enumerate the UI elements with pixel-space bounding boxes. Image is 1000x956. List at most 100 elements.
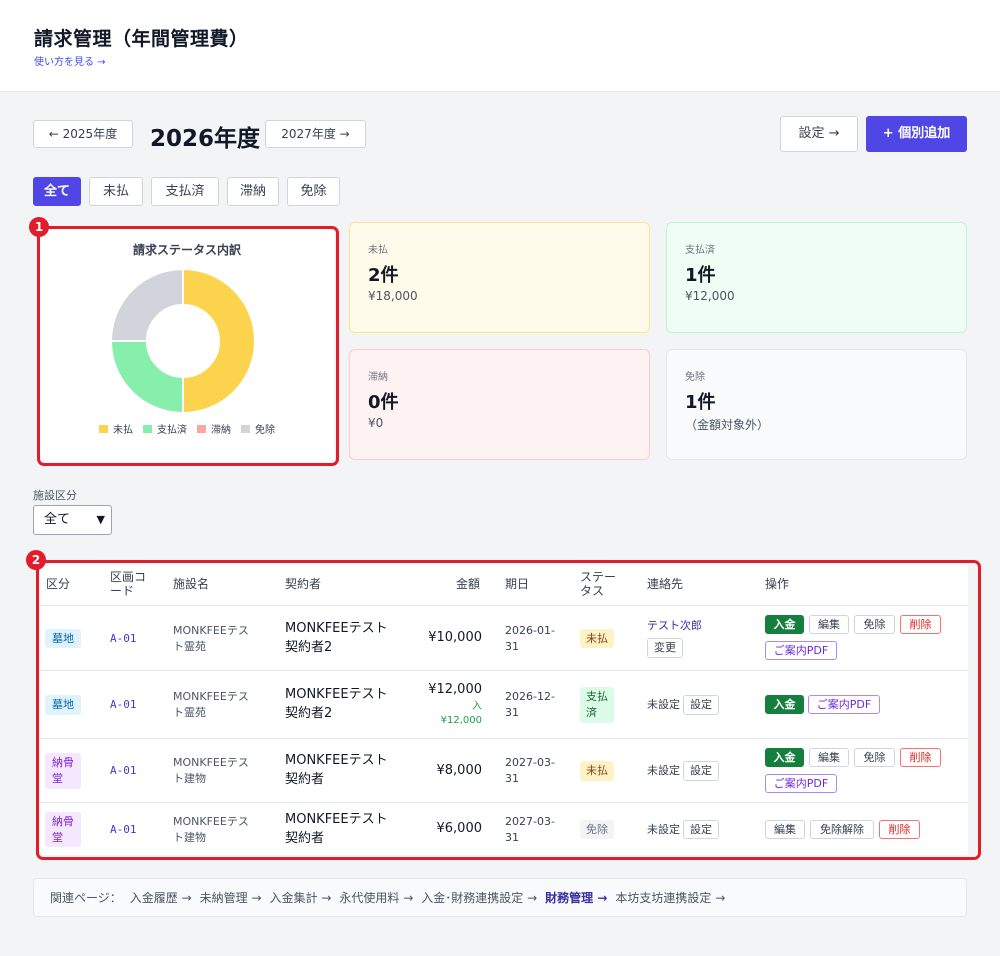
amount: ¥12,000 (428, 682, 482, 698)
related-link-arrears[interactable]: 未納管理 → (200, 889, 262, 906)
due-date: 2027-03-31 (505, 756, 555, 785)
chevron-down-icon: ▼ (96, 513, 105, 526)
edit-button[interactable]: 編集 (765, 820, 805, 839)
due-date: 2026-01-31 (505, 623, 555, 653)
contact-set-button[interactable]: 設定 (683, 819, 719, 840)
payment-button[interactable]: 入金 (765, 748, 804, 767)
tab-overdue[interactable]: 滞納 (227, 177, 279, 206)
tab-paid[interactable]: 支払済 (151, 177, 219, 206)
tab-all[interactable]: 全て (33, 177, 81, 206)
facility-name: MONKFEEテスト建物 (173, 756, 249, 785)
delete-button[interactable]: 削除 (900, 615, 941, 634)
add-individual-button[interactable]: + 個別追加 (866, 116, 967, 152)
due-date: 2026-12-31 (505, 690, 555, 719)
related-link-payment-history[interactable]: 入金履歴 → (130, 889, 192, 906)
status-badge: 支払済 (580, 687, 614, 723)
status-chart-card: 請求ステータス内訳 未払 支払済 滞納 免除 (40, 229, 334, 462)
facility-filter-value: 全て (44, 512, 71, 527)
legend-item: 支払済 (143, 421, 187, 436)
col-header: ステータス (580, 569, 617, 598)
col-header: 連絡先 (647, 576, 684, 591)
edit-button[interactable]: 編集 (809, 748, 849, 767)
related-link-finance-sync[interactable]: 入金･財務連携設定 → (421, 889, 537, 906)
facility-name: MONKFEEテスト建物 (173, 814, 249, 844)
annotation-badge: 1 (29, 217, 49, 237)
table-row: 墓地 A-01 MONKFEEテスト霊苑 MONKFEEテスト契約者2 ¥12,… (40, 670, 968, 738)
delete-button[interactable]: 削除 (879, 820, 920, 839)
payment-button[interactable]: 入金 (765, 695, 804, 714)
card-label: 支払済 (685, 245, 715, 256)
related-link-branch-sync[interactable]: 本坊支坊連携設定 → (615, 889, 725, 906)
col-header: 操作 (765, 576, 790, 591)
status-badge: 免除 (580, 819, 614, 840)
card-label: 未払 (368, 245, 388, 256)
tab-exempt[interactable]: 免除 (287, 177, 340, 206)
facility-name: MONKFEEテスト霊苑 (173, 623, 249, 653)
tab-unpaid[interactable]: 未払 (89, 177, 143, 206)
amount: ¥8,000 (436, 762, 483, 778)
related-link-payment-summary[interactable]: 入金集計 → (270, 889, 332, 906)
legend-label: 滞納 (211, 425, 231, 436)
contractor-name: MONKFEEテスト契約者 (285, 811, 388, 846)
table-row: 墓地 A-01 MONKFEEテスト霊苑 MONKFEEテスト契約者2 ¥10,… (40, 605, 968, 670)
related-link-perpetual-fee[interactable]: 永代使用料 → (339, 889, 413, 906)
contact-link[interactable]: テスト次郎 (647, 618, 702, 634)
billing-table: 区分 区画コード 施設名 契約者 金額 期日 ステータス 連絡先 操作 墓地 A… (40, 564, 968, 855)
current-year: 2026年度 (150, 126, 261, 152)
legend-item: 滞納 (197, 421, 231, 436)
guide-pdf-button[interactable]: ご案内PDF (808, 695, 880, 714)
plot-code-link[interactable]: A-01 (110, 803, 160, 856)
exempt-button[interactable]: 免除 (854, 615, 895, 634)
summary-card-unpaid: 未払 2件 ¥18,000 (349, 222, 650, 333)
contact-unset: 未設定 (647, 822, 680, 836)
plot-code-link[interactable]: A-01 (110, 606, 160, 671)
summary-card-overdue: 滞納 0件 ¥0 (349, 349, 650, 460)
legend-swatch (197, 424, 206, 433)
facility-filter-select[interactable]: 全て ▼ (33, 505, 112, 535)
page-header: 請求管理（年間管理費） 使い方を見る → (0, 0, 1000, 92)
unexempt-button[interactable]: 免除解除 (810, 820, 874, 839)
card-label: 滞納 (368, 372, 388, 383)
card-count: 1件 (685, 392, 716, 413)
next-year-button[interactable]: 2027年度 → (265, 120, 366, 148)
settings-button[interactable]: 設定 → (780, 116, 858, 152)
related-pages-bar: 関連ページ： 入金履歴 → 未納管理 → 入金集計 → 永代使用料 → 入金･財… (33, 878, 967, 917)
legend-label: 未払 (113, 425, 133, 436)
plot-code-link[interactable]: A-01 (110, 739, 160, 803)
plot-code-link[interactable]: A-01 (110, 671, 160, 739)
edit-button[interactable]: 編集 (809, 615, 849, 634)
facility-filter-label: 施設区分 (33, 489, 77, 502)
contact-change-button[interactable]: 変更 (647, 638, 683, 658)
contact-set-button[interactable]: 設定 (683, 695, 719, 715)
help-link[interactable]: 使い方を見る → (34, 53, 106, 68)
col-header: 契約者 (285, 576, 322, 591)
related-label: 関連ページ： (50, 891, 122, 905)
summary-card-exempt: 免除 1件 （金額対象外） (666, 349, 967, 460)
contact-unset: 未設定 (647, 698, 680, 712)
due-date: 2027-03-31 (505, 814, 555, 844)
contractor-name: MONKFEEテスト契約者 (285, 753, 388, 787)
legend-swatch (143, 424, 152, 433)
legend-item: 未払 (99, 421, 133, 436)
contractor-name: MONKFEEテスト契約者2 (285, 687, 388, 721)
facility-name: MONKFEEテスト霊苑 (173, 690, 249, 719)
legend-swatch (241, 424, 250, 433)
card-count: 2件 (368, 265, 399, 286)
prev-year-button[interactable]: ← 2025年度 (33, 120, 133, 148)
donut-slice-免除 (109, 267, 184, 342)
col-header: 施設名 (173, 576, 210, 591)
card-label: 免除 (685, 372, 705, 383)
card-amount: ¥12,000 (685, 289, 735, 303)
kubun-badge: 墓地 (45, 628, 81, 649)
guide-pdf-button[interactable]: ご案内PDF (765, 774, 837, 793)
delete-button[interactable]: 削除 (900, 748, 941, 767)
exempt-button[interactable]: 免除 (854, 748, 895, 767)
guide-pdf-button[interactable]: ご案内PDF (765, 641, 837, 660)
chart-title: 請求ステータス内訳 (132, 243, 241, 257)
payment-button[interactable]: 入金 (765, 615, 804, 634)
legend-label: 支払済 (157, 425, 187, 436)
contact-set-button[interactable]: 設定 (683, 761, 719, 781)
amount: ¥6,000 (436, 821, 483, 837)
related-link-finance[interactable]: 財務管理 → (545, 889, 607, 906)
col-header: 金額 (455, 576, 480, 591)
